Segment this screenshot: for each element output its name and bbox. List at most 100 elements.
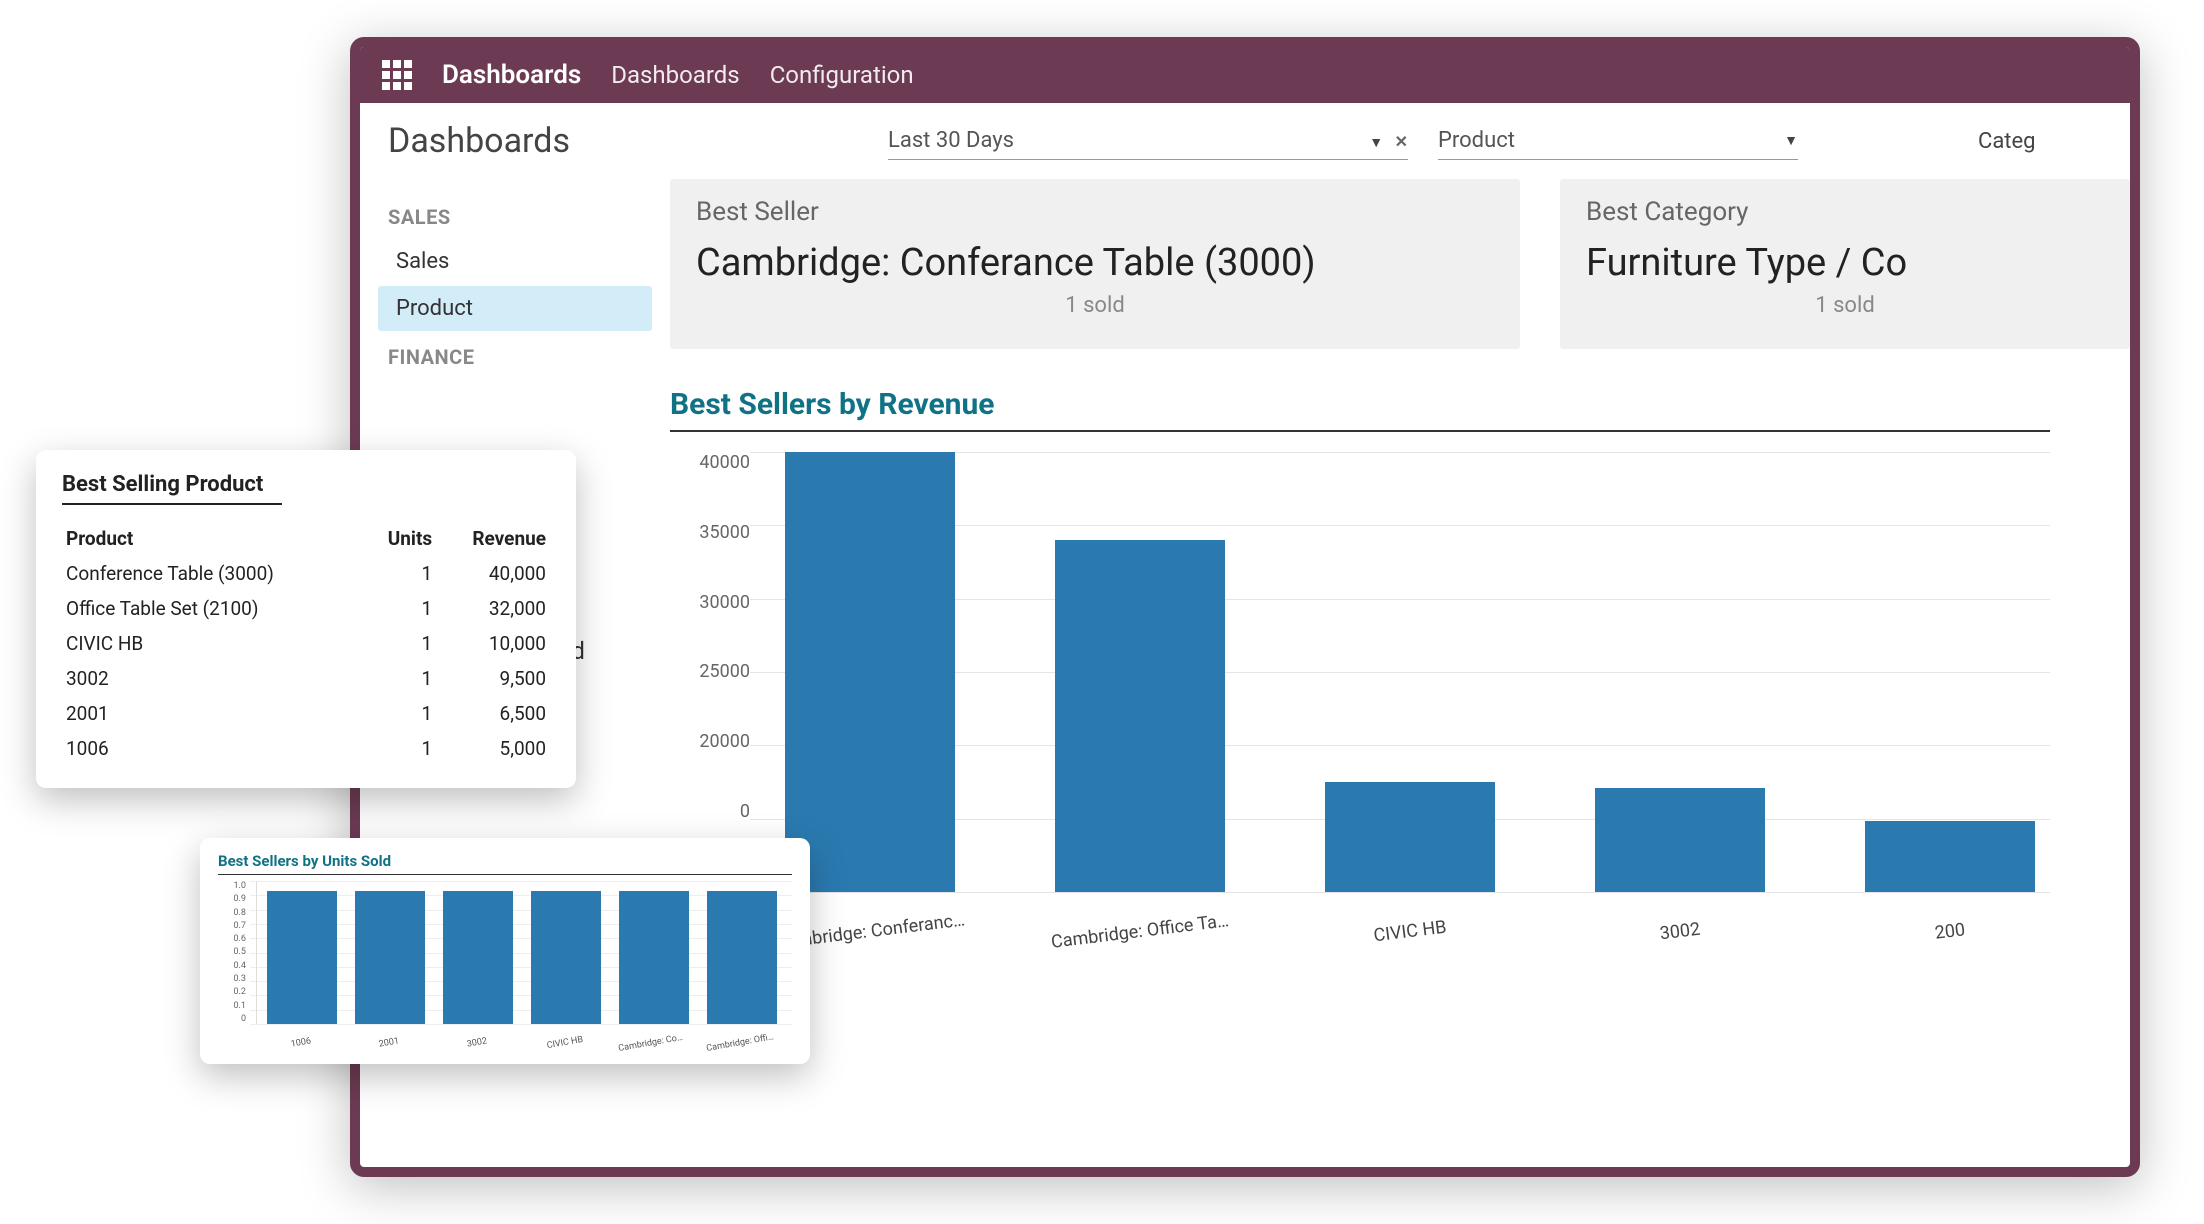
best-selling-table: Product Units Revenue Conference Table (… xyxy=(62,521,550,766)
x-tick-label: Cambridge: Office Ta… xyxy=(1039,909,1240,954)
chart-bar[interactable] xyxy=(443,891,513,1024)
chart-bar[interactable] xyxy=(531,891,601,1024)
chart-bar[interactable] xyxy=(785,452,955,892)
card-value: Cambridge: Conferance Table (3000) xyxy=(696,241,1494,285)
x-tick-label: Cambridge: Office Ta… xyxy=(706,1032,777,1054)
y-tick-label: 35000 xyxy=(670,522,750,543)
y-tick-label: 1.0 xyxy=(218,881,246,891)
toolbar: Dashboards Last 30 Days ▼ ✕ Product ▼ Ca… xyxy=(360,103,2130,161)
cell-product: Conference Table (3000) xyxy=(62,556,363,591)
chart-bar[interactable] xyxy=(355,891,425,1024)
cell-revenue: 40,000 xyxy=(436,556,550,591)
y-tick-label: 0.2 xyxy=(218,987,246,997)
th-units: Units xyxy=(363,521,436,556)
cell-units: 1 xyxy=(363,731,436,766)
y-tick-label: 0.6 xyxy=(218,934,246,944)
sidebar-group-finance: FINANCE xyxy=(388,345,642,369)
app-header: Dashboards Dashboards Configuration xyxy=(360,47,2130,103)
card-title: Best Category xyxy=(1586,197,2104,227)
revenue-chart-title: Best Sellers by Revenue xyxy=(670,387,2130,422)
y-tick-label: 0.5 xyxy=(218,947,246,957)
cell-revenue: 5,000 xyxy=(436,731,550,766)
table-row: Conference Table (3000)140,000 xyxy=(62,556,550,591)
x-tick-label: 3002 xyxy=(442,1032,513,1054)
y-tick-label: 25000 xyxy=(670,661,750,682)
x-tick-label: 2001 xyxy=(354,1032,425,1054)
x-tick-label: 3002 xyxy=(1579,909,1780,954)
chart-bar[interactable] xyxy=(1325,782,1495,892)
cell-revenue: 9,500 xyxy=(436,661,550,696)
cell-units: 1 xyxy=(363,661,436,696)
daterange-select[interactable]: Last 30 Days ▼ ✕ xyxy=(888,122,1408,160)
apps-icon[interactable] xyxy=(382,60,412,90)
main-content: Best Seller Cambridge: Conferance Table … xyxy=(670,161,2130,1153)
revenue-chart: 400003500030000250002000000Cambridge: Co… xyxy=(670,430,2050,932)
cell-product: 1006 xyxy=(62,731,363,766)
card-best-seller: Best Seller Cambridge: Conferance Table … xyxy=(670,179,1520,349)
table-row: 300219,500 xyxy=(62,661,550,696)
table-row: Office Table Set (2100)132,000 xyxy=(62,591,550,626)
clear-daterange-icon[interactable]: ✕ xyxy=(1395,132,1408,151)
y-tick-label: 0.1 xyxy=(218,1001,246,1011)
table-row: 200116,500 xyxy=(62,696,550,731)
cell-units: 1 xyxy=(363,591,436,626)
y-tick-label: 20000 xyxy=(670,731,750,752)
y-tick-label: 0.3 xyxy=(218,974,246,984)
chart-bar[interactable] xyxy=(619,891,689,1024)
product-select-value: Product xyxy=(1438,128,1515,153)
brand-title[interactable]: Dashboards xyxy=(442,60,581,90)
th-product: Product xyxy=(62,521,363,556)
cell-product: 3002 xyxy=(62,661,363,696)
x-tick-label: 1006 xyxy=(266,1032,337,1054)
product-select[interactable]: Product ▼ xyxy=(1438,122,1798,160)
table-card-title: Best Selling Product xyxy=(62,472,550,497)
kpi-cards: Best Seller Cambridge: Conferance Table … xyxy=(670,179,2130,349)
x-tick-label: CIVIC HB xyxy=(530,1032,601,1054)
y-tick-label: 0.8 xyxy=(218,908,246,918)
cell-product: Office Table Set (2100) xyxy=(62,591,363,626)
best-selling-product-card: Best Selling Product Product Units Reven… xyxy=(36,450,576,788)
sidebar-group-sales: SALES xyxy=(388,205,642,229)
chart-bar[interactable] xyxy=(267,891,337,1024)
divider xyxy=(62,503,282,505)
chart-bar[interactable] xyxy=(1055,540,1225,892)
cell-revenue: 10,000 xyxy=(436,626,550,661)
cell-units: 1 xyxy=(363,626,436,661)
chart-bar[interactable] xyxy=(1865,821,2035,893)
table-row: 100615,000 xyxy=(62,731,550,766)
units-sold-chart-card: Best Sellers by Units Sold 1.0 0.9 0.8 0.7 0… xyxy=(200,838,810,1064)
chart-bar[interactable] xyxy=(707,891,777,1024)
chart-bar[interactable] xyxy=(1595,788,1765,893)
nav-configuration[interactable]: Configuration xyxy=(770,61,914,89)
card-sub: 1 sold xyxy=(1586,293,2104,318)
divider xyxy=(218,874,792,875)
table-row: CIVIC HB110,000 xyxy=(62,626,550,661)
y-tick-label: 0 xyxy=(670,801,750,822)
cell-revenue: 6,500 xyxy=(436,696,550,731)
caret-down-icon: ▼ xyxy=(1369,135,1383,151)
y-tick-label: 0.7 xyxy=(218,921,246,931)
mini-chart-title: Best Sellers by Units Sold xyxy=(218,852,792,870)
y-tick-label: 0.4 xyxy=(218,961,246,971)
x-tick-label: 200 xyxy=(1849,909,2050,954)
daterange-value: Last 30 Days xyxy=(888,128,1014,153)
th-revenue: Revenue xyxy=(436,521,550,556)
y-tick-label: 0 xyxy=(218,1014,246,1024)
cell-revenue: 32,000 xyxy=(436,591,550,626)
category-select-value: Categ xyxy=(1978,129,2036,154)
y-tick-label: 30000 xyxy=(670,592,750,613)
page-title: Dashboards xyxy=(388,121,858,161)
category-select[interactable]: Categ xyxy=(1978,123,2058,160)
y-tick-label: 0.9 xyxy=(218,894,246,904)
card-sub: 1 sold xyxy=(696,293,1494,318)
y-tick-label: 40000 xyxy=(670,452,750,473)
cell-units: 1 xyxy=(363,696,436,731)
cell-product: CIVIC HB xyxy=(62,626,363,661)
sidebar-item-product[interactable]: Product xyxy=(378,286,652,331)
cell-product: 2001 xyxy=(62,696,363,731)
x-tick-label: CIVIC HB xyxy=(1309,909,1510,954)
card-best-category: Best Category Furniture Type / Co 1 sold xyxy=(1560,179,2130,349)
sidebar-item-sales[interactable]: Sales xyxy=(378,239,652,284)
caret-down-icon: ▼ xyxy=(1784,132,1798,149)
nav-dashboards[interactable]: Dashboards xyxy=(611,61,739,89)
